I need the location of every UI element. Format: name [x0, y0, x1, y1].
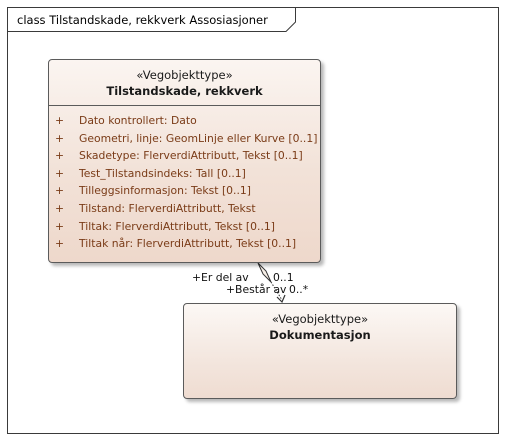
attribute-text: Skadetype: FlerverdiAttributt, Tekst [0.…	[79, 149, 303, 163]
attribute-row[interactable]: + Tiltak når: FlerverdiAttributt, Tekst …	[49, 235, 320, 253]
attribute-text: Tilleggsinformasjon: Tekst [0..1]	[79, 184, 251, 198]
class-stereotype: «Vegobjekttype»	[271, 312, 369, 326]
class-tilstandskade-rekkverk[interactable]: «Vegobjekttype» Tilstandskade, rekkverk …	[48, 59, 321, 263]
attribute-text: Tilstand: FlerverdiAttributt, Tekst	[79, 201, 256, 215]
attribute-text: Dato kontrollert: Dato	[79, 114, 197, 127]
aggregation-diamond	[257, 262, 272, 283]
visibility-marker: +	[55, 219, 65, 233]
attribute-text: Tiltak når: FlerverdiAttributt, Tekst [0…	[79, 237, 297, 251]
attribute-row[interactable]: + Tilstand: FlerverdiAttributt, Tekst	[49, 200, 320, 218]
attribute-row[interactable]: + Skadetype: FlerverdiAttributt, Tekst […	[49, 147, 320, 165]
class-header: «Vegobjekttype» Dokumentasjon	[184, 304, 456, 343]
attribute-row[interactable]: + Test_Tilstandsindeks: Tall [0..1]	[49, 165, 320, 183]
attribute-row[interactable]: + Geometri, linje: GeomLinje eller Kurve…	[49, 130, 320, 148]
visibility-marker: +	[55, 131, 65, 145]
attribute-text: Geometri, linje: GeomLinje eller Kurve […	[79, 131, 318, 145]
attribute-list: + Dato kontrollert: Dato + Geometri, lin…	[49, 106, 320, 253]
class-name: Tilstandskade, rekkverk	[106, 84, 263, 98]
attribute-row[interactable]: + Dato kontrollert: Dato	[49, 112, 320, 130]
target-multiplicity-label: 0..*	[289, 283, 309, 296]
class-stereotype: «Vegobjekttype»	[136, 68, 233, 82]
attribute-text: Tiltak: FlerverdiAttributt, Tekst [0..1]	[79, 219, 275, 233]
attribute-text: Test_Tilstandsindeks: Tall [0..1]	[79, 166, 246, 180]
attribute-row[interactable]: + Tilleggsinformasjon: Tekst [0..1]	[49, 182, 320, 200]
class-name: Dokumentasjon	[269, 328, 371, 342]
visibility-marker: +	[55, 237, 65, 251]
class-header: «Vegobjekttype» Tilstandskade, rekkverk	[49, 60, 320, 106]
visibility-marker: +	[55, 149, 65, 163]
visibility-marker: +	[55, 114, 65, 127]
target-role-label: +Består av	[226, 283, 287, 296]
attribute-row[interactable]: + Tiltak: FlerverdiAttributt, Tekst [0..…	[49, 218, 320, 236]
visibility-marker: +	[55, 201, 65, 215]
class-dokumentasjon[interactable]: «Vegobjekttype» Dokumentasjon	[183, 303, 457, 399]
visibility-marker: +	[55, 184, 65, 198]
visibility-marker: +	[55, 166, 65, 180]
